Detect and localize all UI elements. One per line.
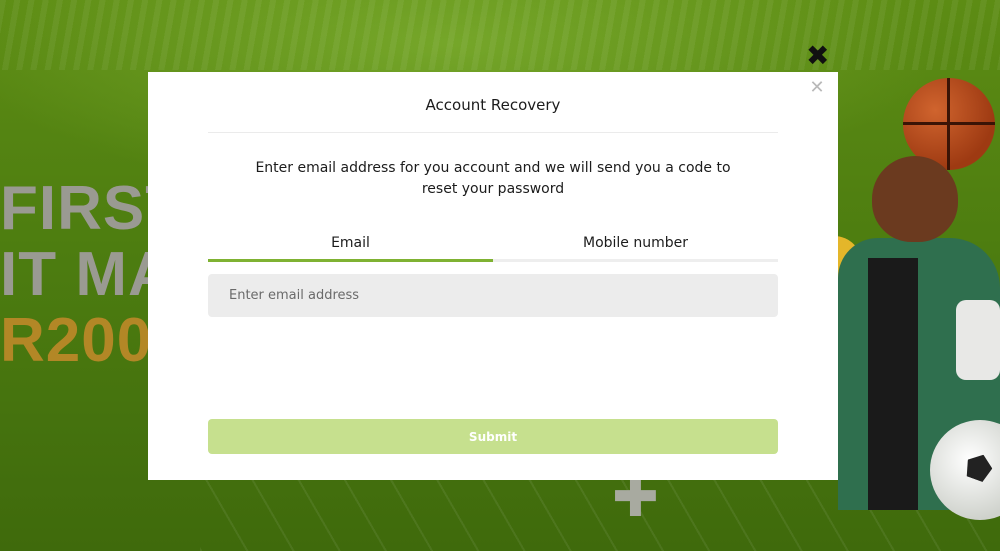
tab-mobile-number[interactable]: Mobile number bbox=[493, 232, 778, 259]
account-recovery-modal: ✕ Account Recovery Enter email address f… bbox=[148, 72, 838, 480]
modal-description: Enter email address for you account and … bbox=[255, 160, 731, 197]
stadium-stripes bbox=[0, 0, 1000, 70]
person-inner-shirt bbox=[868, 258, 918, 510]
person-head bbox=[872, 156, 958, 242]
modal-close-icon[interactable]: ✕ bbox=[807, 78, 827, 98]
submit-button[interactable]: Submit bbox=[208, 419, 778, 454]
outer-close-icon[interactable]: ✖ bbox=[806, 42, 829, 70]
tab-email[interactable]: Email bbox=[208, 232, 493, 262]
person-sleeve bbox=[956, 300, 1000, 380]
modal-title: Account Recovery bbox=[425, 96, 561, 114]
modal-divider bbox=[208, 132, 778, 133]
recovery-method-tabs: Email Mobile number bbox=[208, 232, 778, 262]
email-input[interactable] bbox=[208, 274, 778, 317]
